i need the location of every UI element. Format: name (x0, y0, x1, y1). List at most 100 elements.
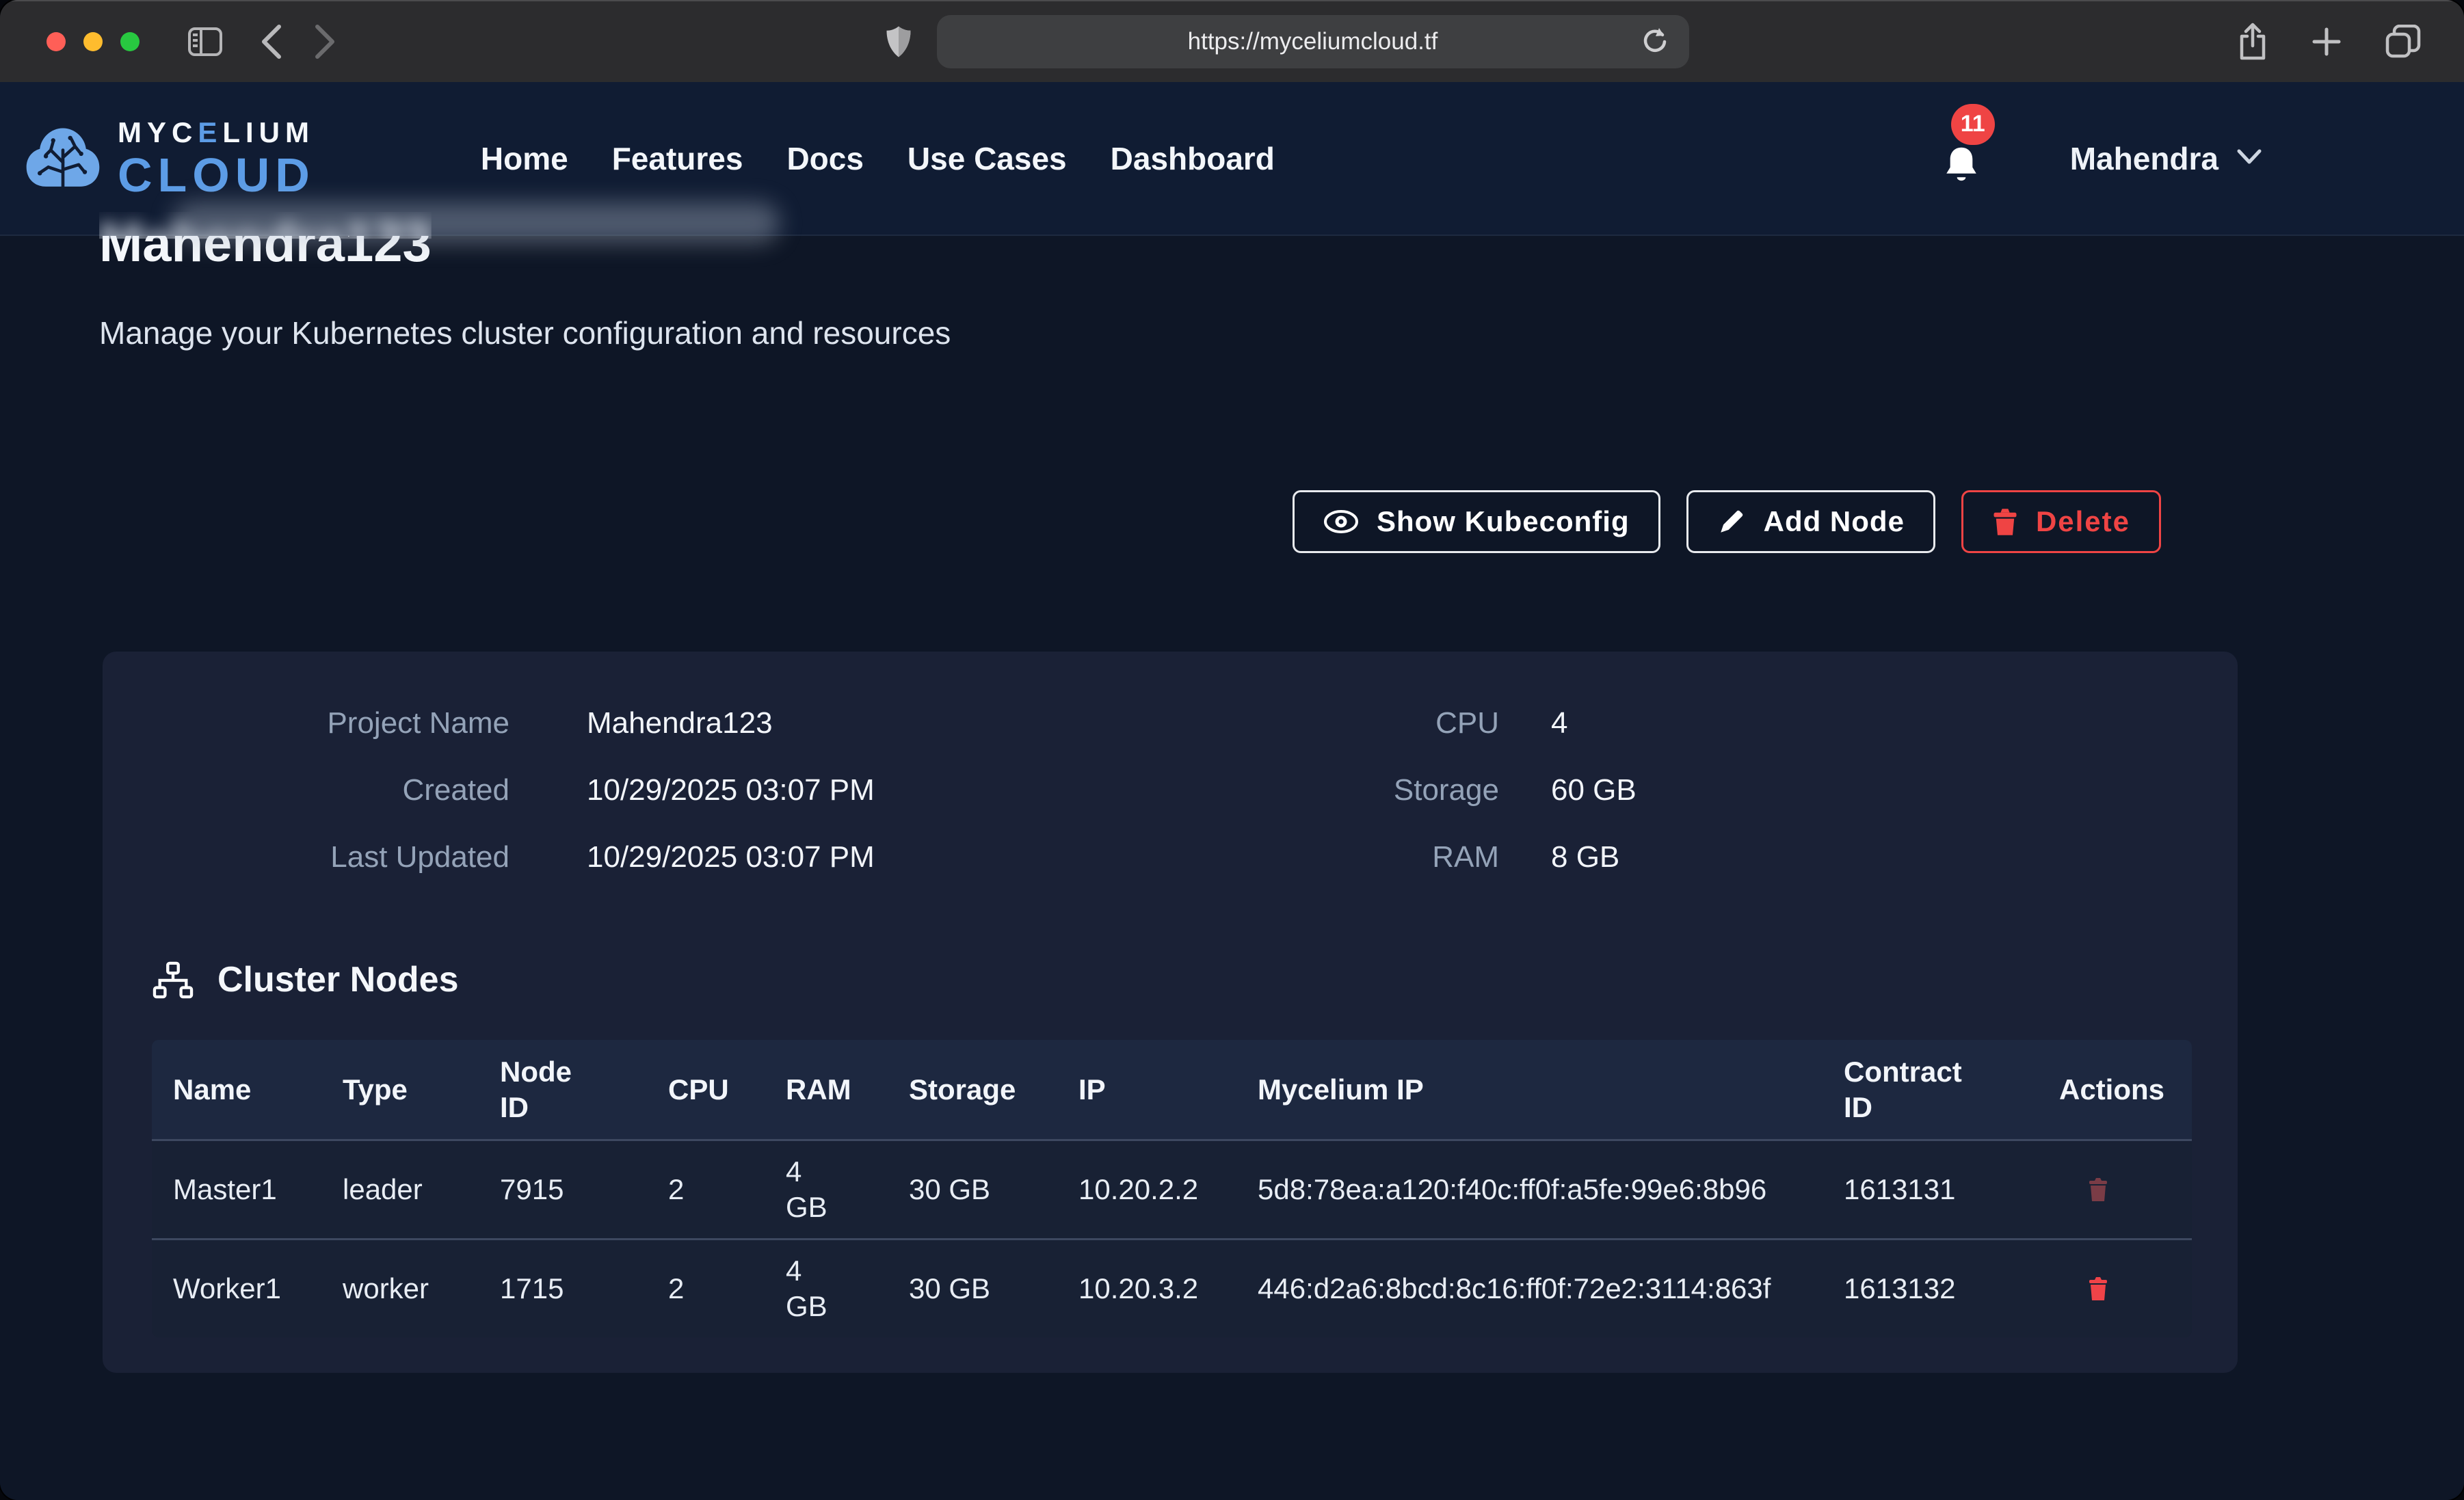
cluster-details-panel: Project Name Mahendra123 Created 10/29/2… (103, 652, 2238, 1373)
project-name-label: Project Name (103, 706, 509, 740)
col-ram: RAM (786, 1072, 909, 1108)
show-kubeconfig-label: Show Kubeconfig (1377, 505, 1630, 538)
show-kubeconfig-button[interactable]: Show Kubeconfig (1293, 490, 1660, 553)
storage-label: Storage (1170, 773, 1499, 807)
bell-icon (1942, 145, 1981, 186)
node-ip: 10.20.2.2 (1078, 1172, 1258, 1207)
col-actions: Actions (2059, 1072, 2192, 1108)
node-ram: 4 GB (786, 1253, 909, 1324)
trash-icon (1992, 507, 2018, 537)
add-node-button[interactable]: Add Node (1686, 490, 1935, 553)
back-button[interactable] (260, 24, 283, 59)
cluster-actions: Show Kubeconfig Add Node Delete (0, 490, 2161, 553)
sidebar-toggle-icon[interactable] (187, 27, 223, 57)
node-cpu: 2 (668, 1271, 786, 1307)
trash-icon (2087, 1275, 2110, 1302)
zoom-window-button[interactable] (120, 32, 140, 51)
address-bar[interactable]: https://myceliumcloud.tf (937, 15, 1689, 68)
cluster-info-grid: Project Name Mahendra123 Created 10/29/2… (103, 690, 2238, 891)
delete-node-button[interactable] (2059, 1176, 2110, 1203)
table-row-worker1: Worker1 worker 1715 2 4 GB 30 GB 10.20.3… (152, 1238, 2192, 1337)
last-updated-label: Last Updated (103, 840, 509, 874)
page-subtitle: Manage your Kubernetes cluster configura… (99, 314, 2464, 352)
node-ip: 10.20.3.2 (1078, 1271, 1258, 1307)
created-value: 10/29/2025 03:07 PM (509, 773, 875, 807)
add-node-label: Add Node (1764, 505, 1905, 538)
user-menu[interactable]: Mahendra (2070, 140, 2218, 177)
nav-link-dashboard[interactable]: Dashboard (1111, 140, 1275, 177)
project-name-value: Mahendra123 (509, 706, 773, 740)
col-mycelium-ip: Mycelium IP (1258, 1072, 1844, 1108)
url-text: https://myceliumcloud.tf (1188, 28, 1438, 55)
delete-cluster-button[interactable]: Delete (1961, 490, 2161, 553)
storage-row: Storage 60 GB (1170, 757, 2238, 824)
window-controls (47, 32, 140, 51)
browser-window: https://myceliumcloud.tf (0, 0, 2464, 1500)
ram-value: 8 GB (1499, 840, 1619, 874)
col-node-id: Node ID (500, 1054, 668, 1125)
logo-line1-post: LIUM (222, 116, 315, 148)
nav-menu: Home Features Docs Use Cases Dashboard (481, 140, 1275, 177)
last-updated-row: Last Updated 10/29/2025 03:07 PM (103, 824, 1170, 891)
table-header-row: Name Type Node ID CPU RAM Storage IP Myc… (152, 1040, 2192, 1139)
minimize-window-button[interactable] (83, 32, 103, 51)
eye-icon (1323, 509, 1359, 534)
logo-line2: CLOUD (118, 151, 315, 199)
cpu-label: CPU (1170, 706, 1499, 740)
tab-overview-icon[interactable] (2385, 25, 2422, 59)
forward-button[interactable] (313, 24, 336, 59)
nav-link-features[interactable]: Features (612, 140, 743, 177)
delete-label: Delete (2036, 505, 2130, 538)
cpu-value: 4 (1499, 706, 1567, 740)
node-ram: 4 GB (786, 1154, 909, 1225)
col-name: Name (173, 1072, 343, 1108)
logo-line1-e: E (198, 116, 222, 148)
close-window-button[interactable] (47, 32, 66, 51)
created-label: Created (103, 773, 509, 807)
delete-node-button[interactable] (2059, 1275, 2110, 1302)
mycelium-cloud-logo[interactable]: MYCELIUM CLOUD (23, 118, 315, 199)
nav-link-use-cases[interactable]: Use Cases (908, 140, 1067, 177)
chevron-down-icon[interactable] (2236, 148, 2262, 169)
logo-wordmark: MYCELIUM CLOUD (118, 118, 315, 199)
node-type: worker (343, 1271, 500, 1307)
node-storage: 30 GB (909, 1172, 1078, 1207)
node-cpu: 2 (668, 1172, 786, 1207)
col-ip: IP (1078, 1072, 1258, 1108)
col-contract-id: Contract ID (1844, 1054, 2059, 1125)
new-tab-icon[interactable] (2311, 26, 2342, 57)
node-id: 1715 (500, 1271, 668, 1307)
cloud-logo-icon (23, 126, 103, 191)
notifications-button[interactable]: 11 (1942, 131, 1989, 186)
storage-value: 60 GB (1499, 773, 1637, 807)
created-row: Created 10/29/2025 03:07 PM (103, 757, 1170, 824)
browser-toolbar: https://myceliumcloud.tf (0, 0, 2464, 82)
ram-label: RAM (1170, 840, 1499, 874)
nav-link-home[interactable]: Home (481, 140, 568, 177)
table-row-master1: Master1 leader 7915 2 4 GB 30 GB 10.20.2… (152, 1139, 2192, 1238)
col-type: Type (343, 1072, 500, 1108)
node-contract-id: 1613132 (1844, 1271, 2059, 1307)
privacy-shield-icon[interactable] (885, 24, 912, 59)
page: MYCELIUM CLOUD Home Features Docs Use Ca… (0, 82, 2464, 1500)
col-cpu: CPU (668, 1072, 786, 1108)
node-contract-id: 1613131 (1844, 1172, 2059, 1207)
cpu-row: CPU 4 (1170, 690, 2238, 757)
last-updated-value: 10/29/2025 03:07 PM (509, 840, 875, 874)
reload-icon[interactable] (1640, 25, 1670, 58)
cluster-nodes-icon (152, 961, 194, 999)
node-id: 7915 (500, 1172, 668, 1207)
share-icon[interactable] (2237, 23, 2268, 61)
node-name: Master1 (173, 1172, 343, 1207)
cluster-nodes-table: Name Type Node ID CPU RAM Storage IP Myc… (152, 1040, 2192, 1337)
pencil-icon (1717, 507, 1746, 536)
node-storage: 30 GB (909, 1271, 1078, 1307)
nav-link-docs[interactable]: Docs (786, 140, 863, 177)
node-mycelium-ip: 446:d2a6:8bcd:8c16:ff0f:72e2:3114:863f (1258, 1271, 1844, 1307)
cluster-nodes-title: Cluster Nodes (217, 959, 459, 1000)
node-name: Worker1 (173, 1271, 343, 1307)
col-storage: Storage (909, 1072, 1078, 1108)
node-mycelium-ip: 5d8:78ea:a120:f40c:ff0f:a5fe:99e6:8b96 (1258, 1172, 1844, 1207)
project-name-row: Project Name Mahendra123 (103, 690, 1170, 757)
node-type: leader (343, 1172, 500, 1207)
